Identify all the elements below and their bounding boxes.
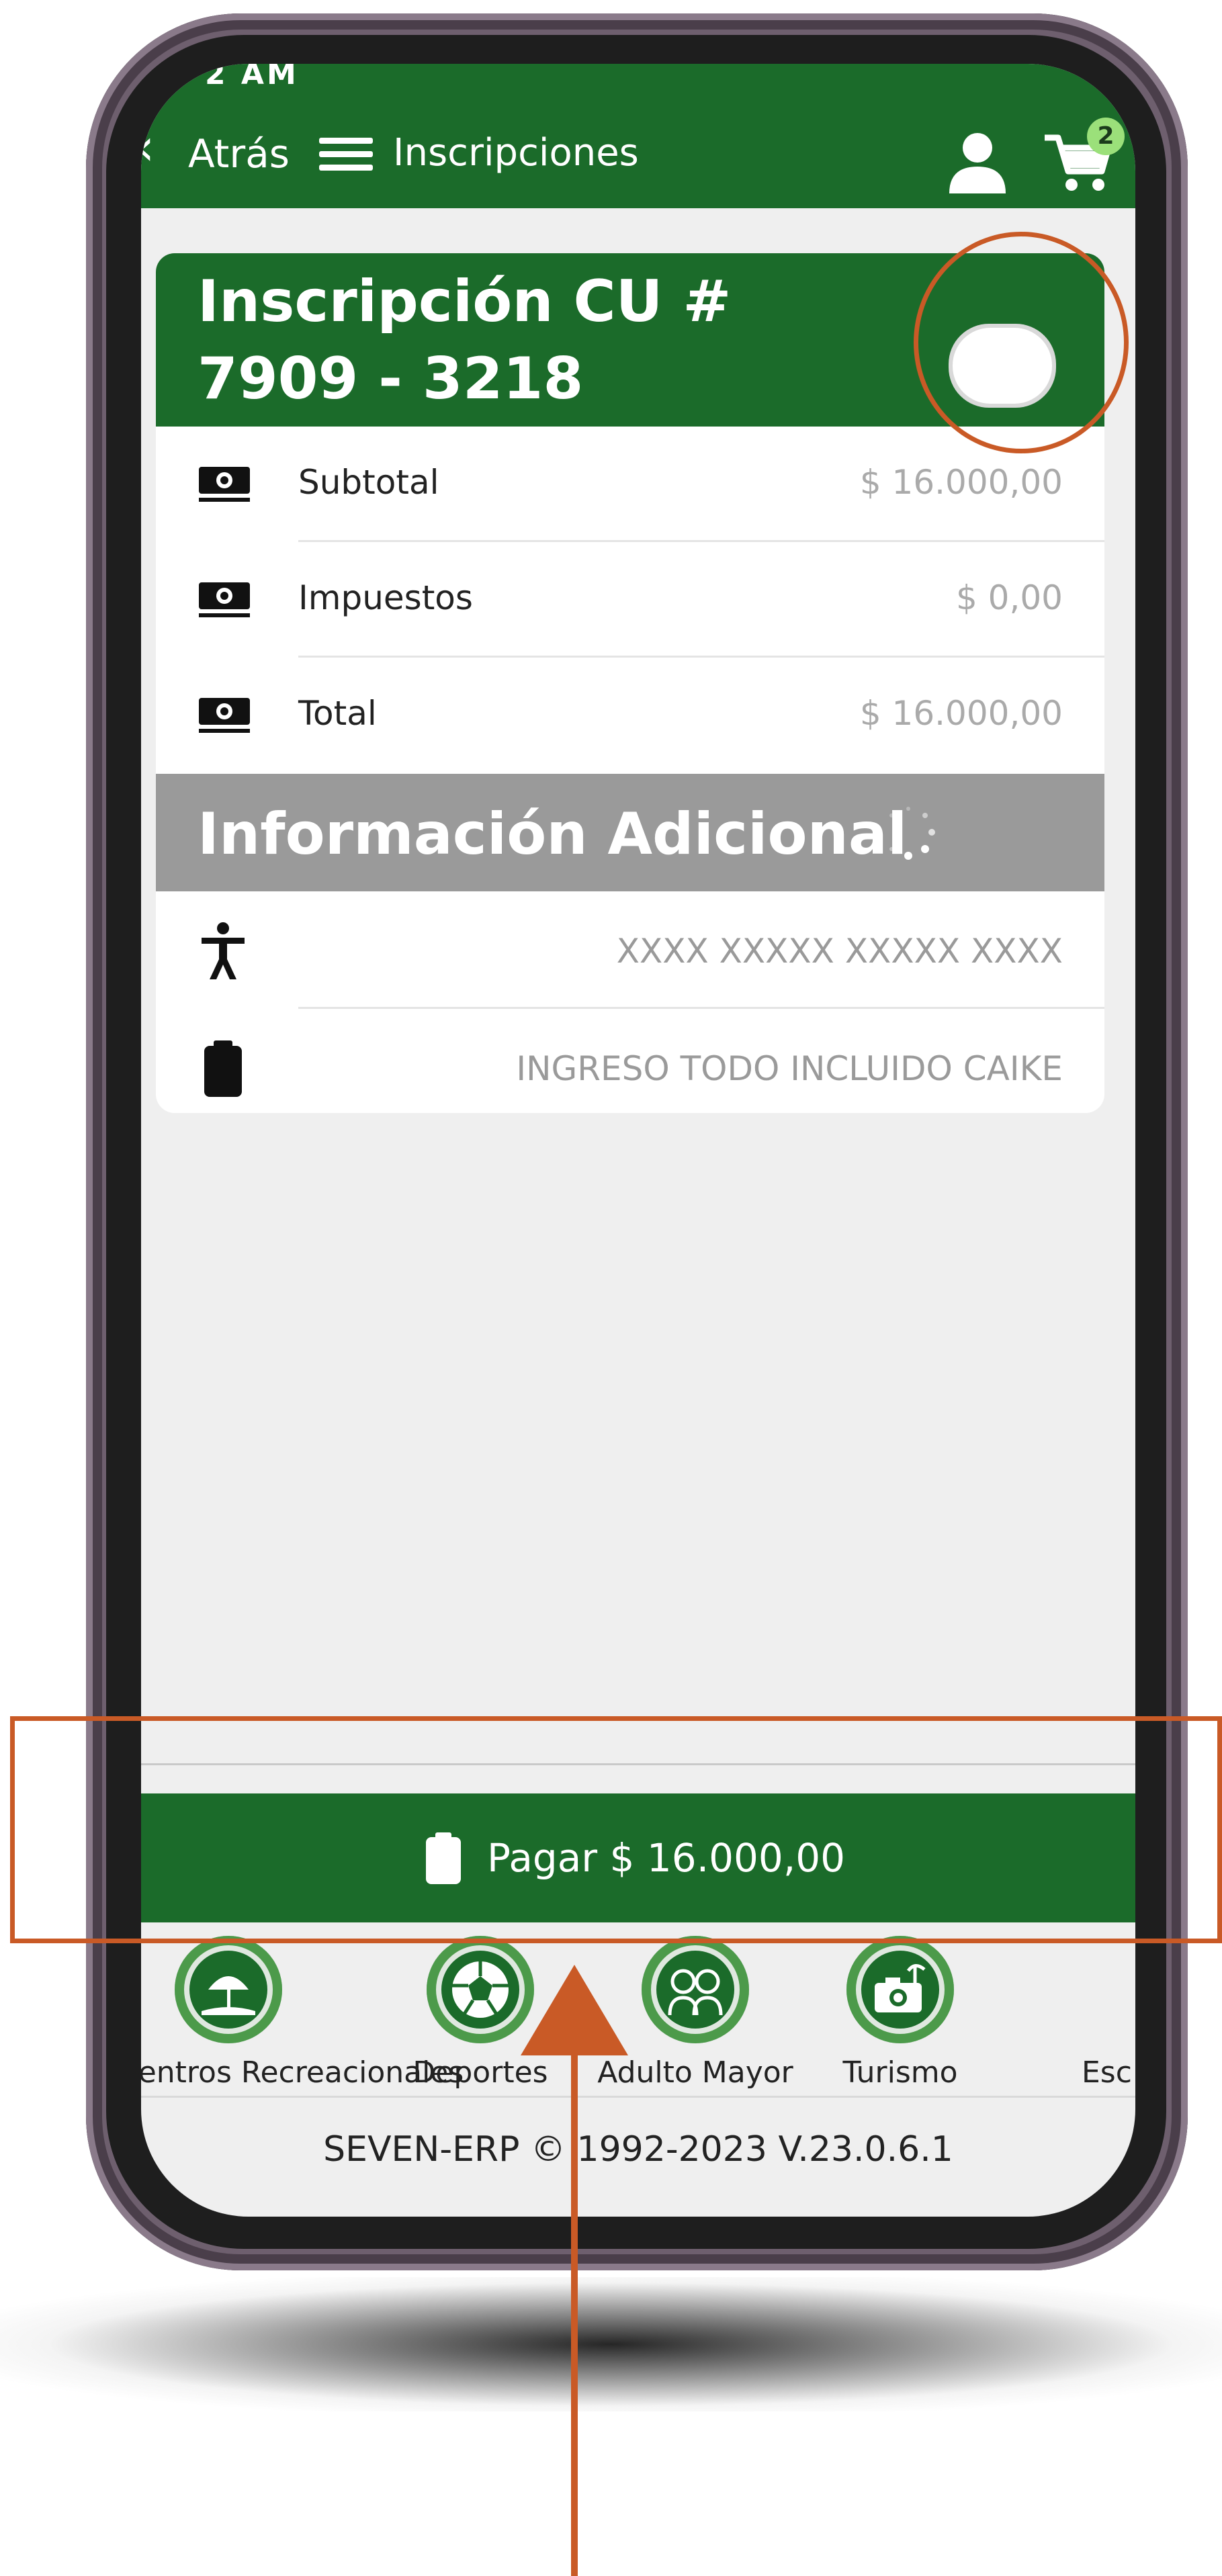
nav-item-esc[interactable]: Esc (1008, 1936, 1135, 2090)
nav-label: Centros Recreacionales (141, 2055, 464, 2090)
elderly-couple-icon (668, 1969, 723, 2016)
tax-row: Impuestos $ 0,00 (156, 542, 1104, 658)
menu-icon[interactable] (319, 138, 373, 171)
subtotal-row: Subtotal $ 16.000,00 (156, 427, 1104, 542)
clipboard-icon (204, 1040, 242, 1097)
row-value: $ 16.000,00 (859, 694, 1063, 733)
back-button[interactable]: Atrás (188, 131, 290, 177)
plan-row: INGRESO TODO INCLUIDO CAIKE (156, 1009, 1104, 1113)
status-time: 2 AM (205, 64, 299, 91)
highlight-circle (914, 232, 1129, 453)
card-title: Inscripción CU # 7909 - 3218 (198, 268, 732, 412)
nav-label: Esc (1082, 2055, 1132, 2090)
person-icon (202, 922, 245, 979)
beach-icon (202, 1976, 255, 2015)
loading-spinner-icon (889, 807, 935, 860)
user-icon[interactable] (944, 128, 1011, 195)
section-header: Información Adicional (156, 774, 1104, 891)
money-icon (199, 698, 250, 733)
status-bar: 2 AM (141, 64, 1135, 97)
cart-badge: 2 (1087, 118, 1125, 155)
chevron-left-icon[interactable]: ‹ (141, 120, 155, 174)
nav-item-centros-recreacionales[interactable]: Centros Recreacionales (141, 1936, 464, 2090)
money-icon (199, 467, 250, 502)
row-value: $ 0,00 (955, 578, 1063, 617)
row-label: Subtotal (298, 463, 439, 502)
nav-item-turismo[interactable]: Turismo (789, 1936, 1011, 2090)
name-row: XXXX XXXXX XXXXX XXXX (156, 891, 1104, 1009)
row-label: Impuestos (298, 578, 473, 617)
camera-icon (875, 1964, 926, 2012)
nav-label: Turismo (842, 2055, 958, 2090)
row-label: Total (298, 694, 377, 733)
section-title: Información Adicional (198, 801, 908, 868)
row-value: $ 16.000,00 (859, 463, 1063, 502)
soccer-ball-icon (452, 1961, 509, 2018)
page-title: Inscripciones (393, 131, 639, 175)
app-header: ‹ Atrás Inscripciones 2 (141, 97, 1135, 208)
arrow-icon (521, 1965, 628, 2576)
info-value: XXXX XXXXX XXXXX XXXX (616, 932, 1063, 971)
info-value: INGRESO TODO INCLUIDO CAIKE (516, 1049, 1063, 1088)
highlight-rectangle (10, 1716, 1222, 1943)
total-row: Total $ 16.000,00 (156, 658, 1104, 773)
money-icon (199, 582, 250, 617)
